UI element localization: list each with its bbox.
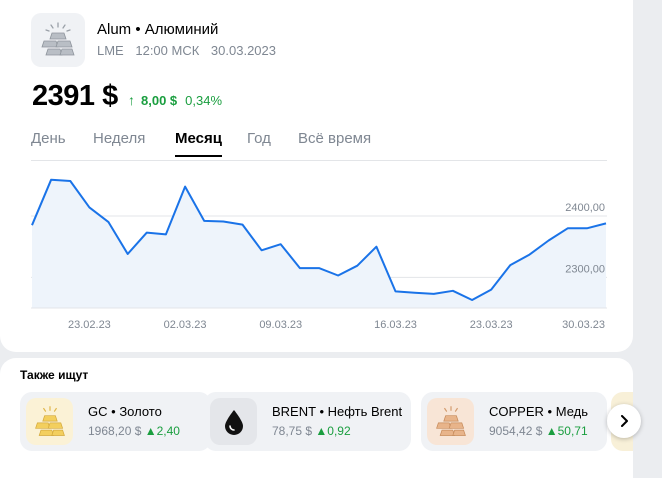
up-triangle-icon: ▲	[315, 424, 328, 438]
instrument-name: Алюминий	[144, 21, 219, 38]
instrument-card: Alum • Алюминий LME 12:00 МСК 30.03.2023…	[0, 0, 633, 352]
y-tick-label-1: 2300,00	[565, 263, 605, 275]
change-percent: 0,34%	[185, 92, 223, 108]
suggestion-quote: 1968,20 $ ▲2,40	[88, 424, 180, 438]
x-tick-label-2: 09.03.23	[259, 319, 302, 331]
up-arrow-icon: ↑	[128, 92, 135, 108]
current-price: 2391 $	[32, 80, 118, 112]
price-area	[32, 179, 606, 308]
price-chart[interactable]: 2400,00 2300,00 23.02.23 02.03.23 09.03.23 16…	[31, 170, 611, 340]
suggestion-quote: 78,75 $ ▲0,92	[272, 424, 351, 438]
copper-bars-icon	[427, 398, 474, 445]
suggestion-ticker: BRENT	[272, 404, 316, 419]
aluminum-bars-icon	[31, 13, 85, 67]
suggestion-ticker: COPPER	[489, 404, 544, 419]
suggestion-name: Золото	[119, 404, 162, 419]
y-tick-label-0: 2400,00	[565, 202, 605, 214]
suggestion-change: 0,92	[327, 424, 351, 438]
gold-bars-icon	[26, 398, 73, 445]
x-tick-label-3: 16.03.23	[374, 319, 417, 331]
chevron-right-icon	[621, 415, 628, 427]
suggestion-copper[interactable]: COPPER • Медь 9054,42 $ ▲50,71	[421, 392, 607, 451]
suggestion-gold[interactable]: GC • Золото 1968,20 $ ▲2,40	[20, 392, 211, 451]
separator: •	[135, 21, 141, 38]
suggestion-price: 78,75 $	[272, 424, 313, 438]
oil-drop-icon	[210, 398, 257, 445]
also-searched-title: Также ищут	[20, 368, 89, 382]
suggestion-name: Нефть Brent	[327, 404, 403, 419]
suggestion-price: 1968,20 $	[88, 424, 142, 438]
suggestion-title: COPPER • Медь	[489, 404, 588, 419]
x-tick-label-4: 23.03.23	[470, 319, 513, 331]
tab-all-time[interactable]: Всё время	[298, 130, 371, 155]
suggestion-ticker: GC	[88, 404, 108, 419]
suggestion-change: 50,71	[557, 424, 588, 438]
price-change: ↑ 8,00 $ 0,34%	[128, 92, 222, 108]
tab-year[interactable]: Год	[247, 130, 271, 155]
suggestion-title: GC • Золото	[88, 404, 162, 419]
suggestion-change: 2,40	[156, 424, 180, 438]
tab-month[interactable]: Месяц	[175, 130, 222, 157]
instrument-title: Alum • Алюминий	[97, 21, 218, 38]
tab-day[interactable]: День	[31, 130, 66, 155]
separator: •	[319, 404, 325, 419]
change-absolute: 8,00 $	[141, 92, 178, 108]
x-tick-label-5: 30.03.23	[562, 319, 605, 331]
suggestion-price: 9054,42 $	[489, 424, 543, 438]
quote-date: 30.03.2023	[210, 43, 276, 58]
exchange: LME	[97, 43, 124, 58]
period-tabs: День Неделя Месяц Год Всё время	[31, 130, 607, 161]
suggestion-name: Медь	[555, 404, 588, 419]
separator: •	[547, 404, 553, 419]
next-button[interactable]	[607, 404, 641, 438]
separator: •	[111, 404, 116, 419]
x-tick-label-1: 02.03.23	[164, 319, 207, 331]
quote-time: 12:00 МСК	[135, 43, 200, 58]
suggestion-brent[interactable]: BRENT • Нефть Brent 78,75 $ ▲0,92	[204, 392, 411, 451]
tab-week[interactable]: Неделя	[93, 130, 145, 155]
up-triangle-icon: ▲	[545, 424, 558, 438]
instrument-meta: LME 12:00 МСК 30.03.2023	[97, 43, 284, 58]
suggestion-title: BRENT • Нефть Brent	[272, 404, 402, 419]
ticker: Alum	[97, 21, 132, 38]
x-tick-label-0: 23.02.23	[68, 319, 111, 331]
up-triangle-icon: ▲	[144, 424, 157, 438]
suggestion-quote: 9054,42 $ ▲50,71	[489, 424, 588, 438]
